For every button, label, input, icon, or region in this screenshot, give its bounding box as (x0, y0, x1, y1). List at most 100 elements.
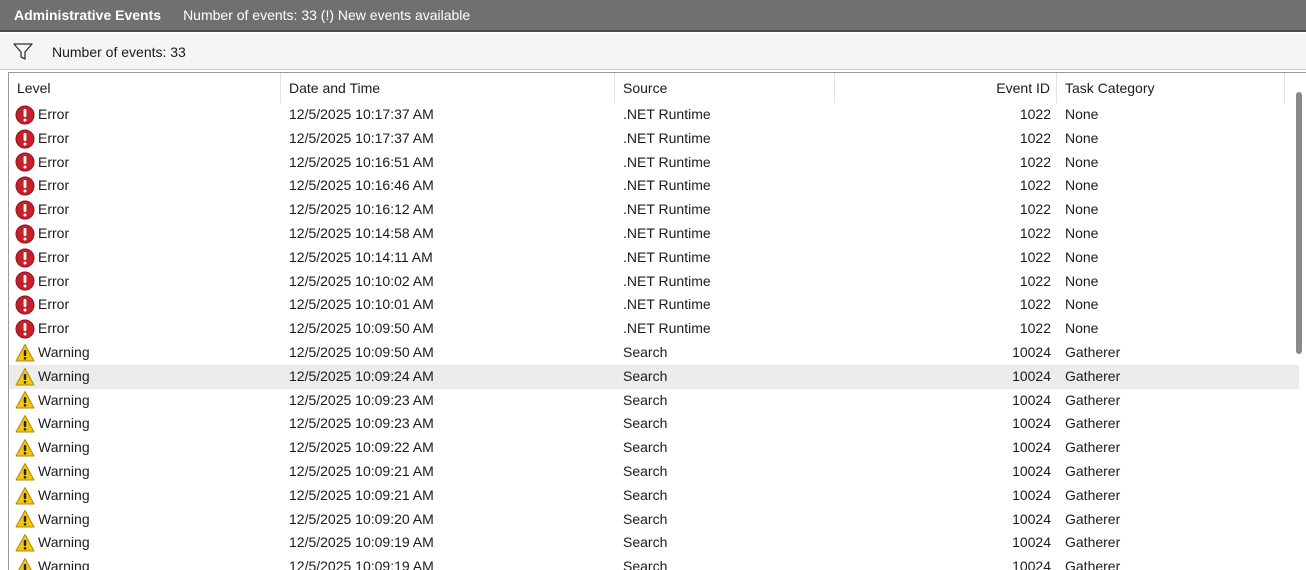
error-icon (15, 200, 35, 220)
event-id-cell: 1022 (1019, 129, 1051, 146)
date-time-cell: 12/5/2025 10:17:37 AM (289, 106, 434, 122)
column-header-task-category[interactable]: Task Category (1057, 73, 1285, 103)
table-row[interactable]: Warning 12/5/2025 10:09:23 AM Search 10024 G… (9, 412, 1299, 436)
table-row[interactable]: Error 12/5/2025 10:17:37 AM .NET Runtime 10… (9, 127, 1299, 151)
source-cell: .NET Runtime (623, 201, 711, 218)
vertical-scrollbar[interactable] (1296, 92, 1302, 354)
event-id-cell: 10024 (1012, 510, 1051, 527)
column-header-date[interactable]: Date and Time (281, 73, 615, 103)
table-row[interactable]: Error 12/5/2025 10:16:46 AM .NET Runtime 10… (9, 174, 1299, 198)
level-cell: Error (9, 151, 281, 175)
table-header: Level Date and Time Source Event ID Task… (9, 73, 1299, 103)
event-id-cell: 1022 (1019, 320, 1051, 337)
level-text: Error (38, 320, 70, 337)
event-id-cell: 1022 (1019, 153, 1051, 170)
source-cell: Search (623, 415, 668, 432)
source-cell: Search (623, 534, 668, 551)
warning-icon (15, 390, 35, 410)
date-time-cell: 12/5/2025 10:09:19 AM (289, 558, 434, 570)
event-id-cell: 1022 (1019, 201, 1051, 218)
event-id-cell: 1022 (1019, 272, 1051, 289)
error-icon (15, 176, 35, 196)
warning-icon (15, 367, 35, 387)
source-cell: .NET Runtime (623, 320, 711, 337)
level-cell: Warning (9, 389, 281, 413)
date-time-cell: 12/5/2025 10:10:02 AM (289, 272, 434, 289)
error-icon (15, 105, 35, 125)
warning-icon (15, 414, 35, 434)
event-id-cell: 10024 (1012, 462, 1051, 479)
event-id-cell: 10024 (1012, 439, 1051, 456)
level-cell: Warning (9, 555, 281, 570)
view-title: Administrative Events (14, 7, 162, 23)
table-row[interactable]: Error 12/5/2025 10:09:50 AM .NET Runtime 10… (9, 317, 1299, 341)
table-row[interactable]: Warning 12/5/2025 10:09:21 AM Search 10024 G… (9, 460, 1299, 484)
error-icon (15, 152, 35, 172)
table-row[interactable]: Error 12/5/2025 10:17:37 AM .NET Runtime 10… (9, 103, 1299, 127)
source-cell: .NET Runtime (623, 296, 711, 313)
date-time-cell: 12/5/2025 10:17:37 AM (289, 129, 434, 146)
level-cell: Warning (9, 531, 281, 555)
warning-icon (15, 438, 35, 458)
level-text: Error (38, 201, 70, 218)
level-text: Error (38, 248, 70, 265)
view-title-bar: Administrative Events Number of events: … (0, 0, 1306, 32)
error-icon (15, 224, 35, 244)
task-category-cell: None (1065, 320, 1099, 337)
table-row[interactable]: Error 12/5/2025 10:10:02 AM .NET Runtime 10… (9, 270, 1299, 294)
table-row[interactable]: Warning 12/5/2025 10:09:50 AM Search 10024 G… (9, 341, 1299, 365)
date-time-cell: 12/5/2025 10:16:46 AM (289, 177, 434, 194)
table-row[interactable]: Error 12/5/2025 10:10:01 AM .NET Runtime 10… (9, 293, 1299, 317)
level-cell: Error (9, 103, 281, 127)
filter-bar: Number of events: 33 (0, 34, 1306, 70)
date-time-cell: 12/5/2025 10:09:20 AM (289, 510, 434, 527)
error-icon (15, 129, 35, 149)
level-text: Warning (38, 391, 90, 408)
table-row[interactable]: Warning 12/5/2025 10:09:20 AM Search 10024 G… (9, 508, 1299, 532)
table-row[interactable]: Warning 12/5/2025 10:09:19 AM Search 10024 G… (9, 531, 1299, 555)
level-cell: Warning (9, 365, 281, 389)
table-row[interactable]: Warning 12/5/2025 10:09:24 AM Search 10024 G… (9, 364, 1299, 389)
table-row[interactable]: Warning 12/5/2025 10:09:21 AM Search 10024 G… (9, 484, 1299, 508)
level-text: Warning (38, 462, 90, 479)
date-time-cell: 12/5/2025 10:10:01 AM (289, 296, 434, 313)
table-row[interactable]: Error 12/5/2025 10:14:11 AM .NET Runtime 10… (9, 246, 1299, 270)
column-header-source[interactable]: Source (615, 73, 835, 103)
task-category-cell: None (1065, 296, 1099, 313)
warning-icon (15, 509, 35, 529)
task-category-cell: Gatherer (1065, 462, 1121, 479)
event-id-cell: 1022 (1019, 224, 1051, 241)
table-row[interactable]: Error 12/5/2025 10:14:58 AM .NET Runtime 10… (9, 222, 1299, 246)
table-row[interactable]: Warning 12/5/2025 10:09:22 AM Search 10024 G… (9, 436, 1299, 460)
date-time-cell: 12/5/2025 10:09:23 AM (289, 391, 434, 408)
task-category-cell: Gatherer (1065, 510, 1121, 527)
level-cell: Error (9, 270, 281, 294)
warning-icon (15, 462, 35, 482)
table-row[interactable]: Error 12/5/2025 10:16:51 AM .NET Runtime 10… (9, 151, 1299, 175)
level-cell: Error (9, 127, 281, 151)
column-header-event-id[interactable]: Event ID (835, 73, 1057, 103)
task-category-cell: Gatherer (1065, 343, 1121, 360)
column-header-level[interactable]: Level (9, 73, 281, 103)
task-category-cell: None (1065, 248, 1099, 265)
task-category-cell: Gatherer (1065, 558, 1121, 570)
source-cell: .NET Runtime (623, 106, 711, 122)
level-cell: Warning (9, 484, 281, 508)
error-icon (15, 319, 35, 339)
events-table[interactable]: Level Date and Time Source Event ID Task… (8, 72, 1306, 570)
level-text: Error (38, 224, 70, 241)
date-time-cell: 12/5/2025 10:09:21 AM (289, 486, 434, 503)
source-cell: .NET Runtime (623, 177, 711, 194)
level-text: Error (38, 153, 70, 170)
task-category-cell: None (1065, 106, 1099, 122)
table-row[interactable]: Error 12/5/2025 10:16:12 AM .NET Runtime 10… (9, 198, 1299, 222)
warning-icon (15, 557, 35, 570)
source-cell: Search (623, 462, 668, 479)
filter-icon[interactable] (12, 42, 34, 62)
event-id-cell: 10024 (1012, 558, 1051, 570)
task-category-cell: None (1065, 224, 1099, 241)
table-row[interactable]: Warning 12/5/2025 10:09:19 AM Search 10024 G… (9, 555, 1299, 570)
warning-icon (15, 533, 35, 553)
table-row[interactable]: Warning 12/5/2025 10:09:23 AM Search 10024 G… (9, 389, 1299, 413)
source-cell: Search (623, 343, 668, 360)
